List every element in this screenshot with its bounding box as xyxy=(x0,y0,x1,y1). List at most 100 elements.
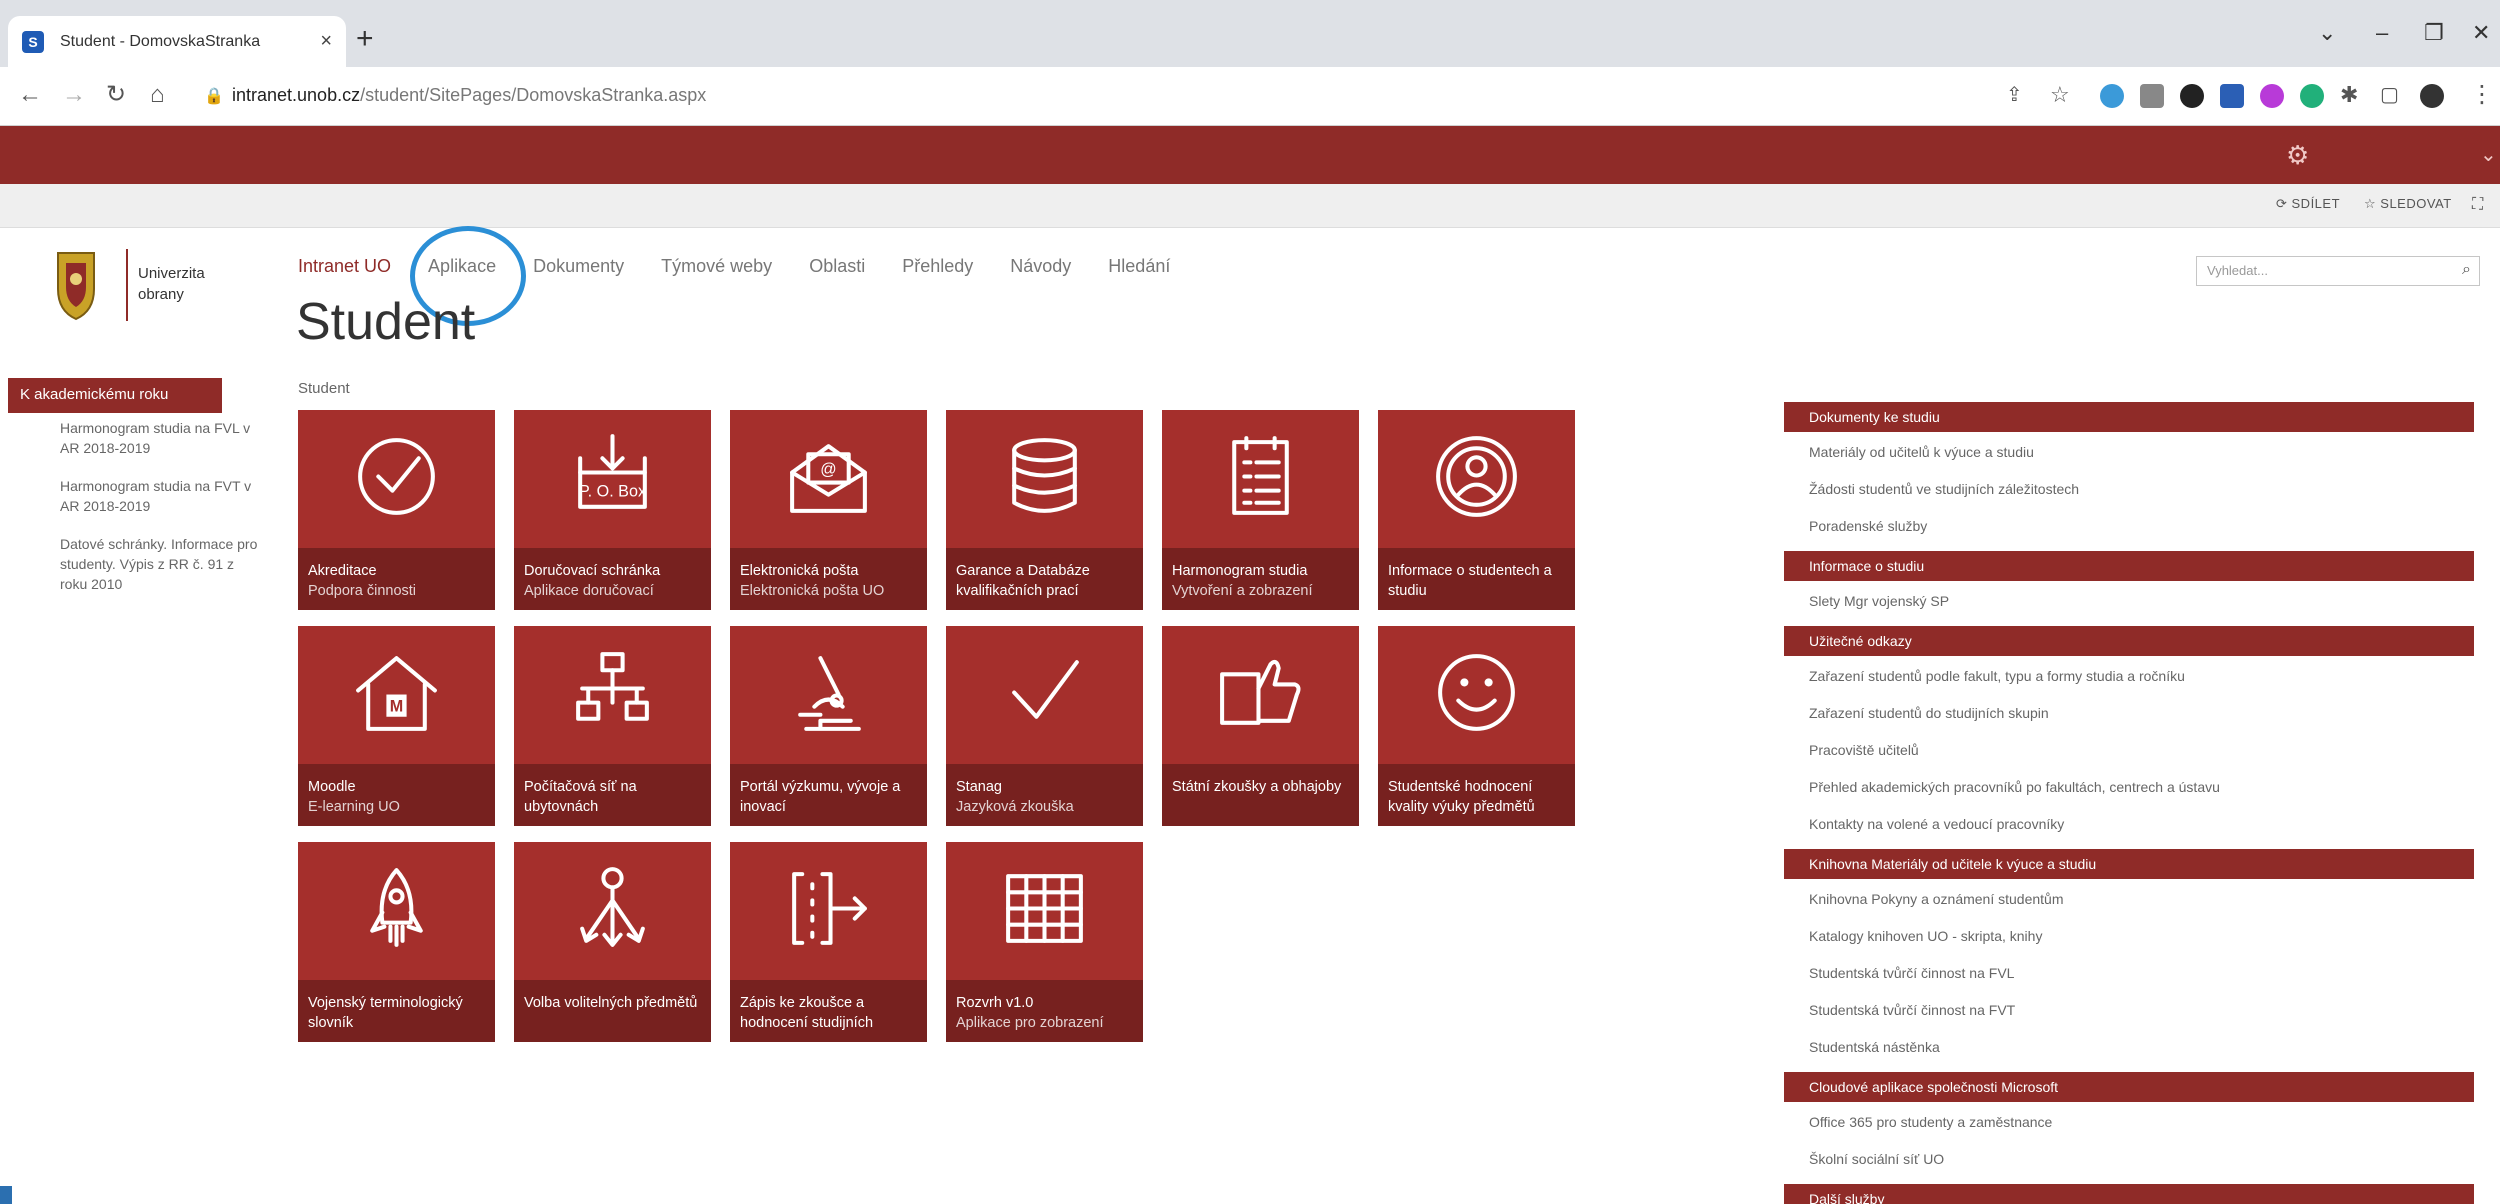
tile-title: Garance a Databáze kvalifikačních prací xyxy=(956,563,1090,599)
logo-divider xyxy=(126,249,128,321)
tile-title: Doručovací schránka xyxy=(524,563,661,579)
follow-button[interactable]: ☆ SLEDOVAT xyxy=(2364,196,2452,212)
calendar-icon xyxy=(1232,436,1289,515)
link-item[interactable]: Studentská tvůrčí činnost na FVL xyxy=(1784,961,2474,998)
link-item[interactable]: Zařazení studentů podle fakult, typu a f… xyxy=(1784,664,2474,701)
leftnav-item[interactable]: Harmonogram studia na FVL v AR 2018-2019 xyxy=(60,418,260,458)
tile-caption: Garance a Databáze kvalifikačních prací xyxy=(946,548,1143,610)
home-icon[interactable]: ⌂ xyxy=(150,81,165,109)
restore-icon[interactable]: ❐ xyxy=(2424,20,2444,46)
link-item[interactable]: Poradenské služby xyxy=(1784,514,2474,551)
database-icon xyxy=(1012,438,1077,513)
tile-caption: Počítačová síť na ubytovnách xyxy=(514,764,711,826)
menu-dots-icon[interactable]: ⋮ xyxy=(2470,81,2494,109)
link-item[interactable]: Studentská nástěnka xyxy=(1784,1035,2474,1072)
nav-item[interactable]: Oblasti xyxy=(809,256,865,277)
app-tile[interactable]: Stanag Jazyková zkouška xyxy=(946,626,1143,826)
link-item[interactable]: Slety Mgr vojenský SP xyxy=(1784,589,2474,626)
extension-icon[interactable] xyxy=(2260,84,2284,108)
close-window-icon[interactable]: ✕ xyxy=(2472,20,2490,46)
focus-icon[interactable]: ⛶ xyxy=(2472,196,2484,214)
leftnav-item[interactable]: Datové schránky. Informace pro studenty.… xyxy=(60,534,260,594)
reload-icon[interactable]: ↻ xyxy=(106,81,126,109)
moodle-house-icon: M xyxy=(356,656,437,731)
link-item[interactable]: Kontakty na volené a vedoucí pracovníky xyxy=(1784,812,2474,849)
profile-avatar[interactable] xyxy=(2420,84,2444,108)
link-item[interactable]: Knihovna Pokyny a oznámení studentům xyxy=(1784,887,2474,924)
app-tile[interactable]: Portál výzkumu, vývoje a inovací xyxy=(730,626,927,826)
nav-item[interactable]: Týmové weby xyxy=(661,256,772,277)
svg-text:@: @ xyxy=(820,460,836,478)
settings-gear-icon[interactable]: ⚙ xyxy=(2286,140,2309,171)
chevron-down-icon[interactable]: ⌄ xyxy=(2318,20,2336,46)
back-arrow-icon[interactable]: ← xyxy=(18,81,42,109)
tile-subtitle: E-learning UO xyxy=(308,799,400,815)
nav-item[interactable]: Dokumenty xyxy=(533,256,624,277)
share-button[interactable]: ⟳ SDÍLET xyxy=(2276,196,2340,212)
search-icon[interactable]: ⌕ xyxy=(2462,261,2471,279)
app-tile[interactable]: Zápis ke zkoušce a hodnocení studijních xyxy=(730,842,927,1042)
app-tile[interactable]: Státní zkoušky a obhajoby xyxy=(1162,626,1359,826)
browser-tab[interactable]: S Student - DomovskaStranka × xyxy=(8,16,346,67)
app-tile[interactable]: Volba volitelných předmětů xyxy=(514,842,711,1042)
microscope-icon xyxy=(798,656,861,731)
app-tile[interactable]: Vojenský terminologický slovník xyxy=(298,842,495,1042)
minimize-icon[interactable]: – xyxy=(2376,20,2388,46)
app-tile[interactable]: Informace o studentech a studiu xyxy=(1378,410,1575,610)
links-section-heading[interactable]: Informace o studiu xyxy=(1784,551,2474,581)
chevron-down-icon[interactable]: ⌄ xyxy=(2480,142,2497,167)
link-item[interactable]: Studentská tvůrčí činnost na FVT xyxy=(1784,998,2474,1035)
links-section-heading[interactable]: Cloudové aplikace společnosti Microsoft xyxy=(1784,1072,2474,1102)
link-item[interactable]: Pracoviště učitelů xyxy=(1784,738,2474,775)
tile-caption: Elektronická pošta Elektronická pošta UO xyxy=(730,548,927,610)
network-icon xyxy=(576,652,649,721)
url-field[interactable]: intranet.unob.cz/student/SitePages/Domov… xyxy=(232,85,706,106)
link-item[interactable]: Office 365 pro studenty a zaměstnance xyxy=(1784,1110,2474,1147)
lock-icon[interactable]: 🔒 xyxy=(204,86,224,106)
app-tile[interactable]: Garance a Databáze kvalifikačních prací xyxy=(946,410,1143,610)
sidepanel-icon[interactable]: ▢ xyxy=(2380,81,2399,109)
share-icon[interactable]: ⇪ xyxy=(2006,81,2023,109)
app-tile[interactable]: Studentské hodnocení kvality výuky předm… xyxy=(1378,626,1575,826)
tile-caption: Volba volitelných předmětů xyxy=(514,980,711,1042)
link-item[interactable]: Zařazení studentů do studijních skupin xyxy=(1784,701,2474,738)
link-item[interactable]: Žádosti studentů ve studijních záležitos… xyxy=(1784,477,2474,514)
nav-item[interactable]: Přehledy xyxy=(902,256,973,277)
links-section-heading[interactable]: Další služby xyxy=(1784,1184,2474,1204)
extension-icon[interactable] xyxy=(2140,84,2164,108)
app-tile[interactable]: M Moodle E-learning UO xyxy=(298,626,495,826)
choice-arrows-icon xyxy=(580,867,645,947)
links-section-heading[interactable]: Knihovna Materiály od učitele k výuce a … xyxy=(1784,849,2474,879)
link-item[interactable]: Přehled akademických pracovníků po fakul… xyxy=(1784,775,2474,812)
tile-caption: Doručovací schránka Aplikace doručovací xyxy=(514,548,711,610)
forward-arrow-icon[interactable]: → xyxy=(62,81,86,109)
nav-item[interactable]: Hledání xyxy=(1108,256,1170,277)
app-tile[interactable]: Akreditace Podpora činnosti xyxy=(298,410,495,610)
sharepoint-favicon-icon: S xyxy=(22,30,44,53)
nav-item[interactable]: Intranet UO xyxy=(298,256,391,277)
leftnav-item[interactable]: Harmonogram studia na FVT v AR 2018-2019 xyxy=(60,476,260,516)
link-item[interactable]: Materiály od učitelů k výuce a studiu xyxy=(1784,440,2474,477)
search-input[interactable]: Vyhledat... ⌕ xyxy=(2196,256,2480,286)
app-tile[interactable]: P. O. Box Doručovací schránka Aplikace d… xyxy=(514,410,711,610)
links-section-heading[interactable]: Užitečné odkazy xyxy=(1784,626,2474,656)
extension-icon[interactable] xyxy=(2100,84,2124,108)
app-tile[interactable]: Harmonogram studia Vytvoření a zobrazení xyxy=(1162,410,1359,610)
close-icon[interactable]: × xyxy=(320,30,332,53)
link-item[interactable]: Školní sociální síť UO xyxy=(1784,1147,2474,1184)
bookmark-star-icon[interactable]: ☆ xyxy=(2050,81,2070,109)
leftnav-heading[interactable]: K akademickému roku xyxy=(8,378,222,413)
app-tile[interactable]: @ Elektronická pošta Elektronická pošta … xyxy=(730,410,927,610)
extension-icon[interactable] xyxy=(2180,84,2204,108)
links-section-heading[interactable]: Dokumenty ke studiu xyxy=(1784,402,2474,432)
app-tile[interactable]: Rozvrh v1.0 Aplikace pro zobrazení xyxy=(946,842,1143,1042)
app-tile[interactable]: Počítačová síť na ubytovnách xyxy=(514,626,711,826)
puzzle-icon[interactable]: ✱ xyxy=(2340,81,2358,109)
new-tab-plus-icon[interactable]: + xyxy=(356,24,374,54)
link-item[interactable]: Katalogy knihoven UO - skripta, knihy xyxy=(1784,924,2474,961)
nav-item[interactable]: Návody xyxy=(1010,256,1071,277)
tile-caption: Harmonogram studia Vytvoření a zobrazení xyxy=(1162,548,1359,610)
extension-icon[interactable] xyxy=(2300,84,2324,108)
extension-icon[interactable] xyxy=(2220,84,2244,108)
university-logo[interactable]: Univerzita obrany xyxy=(52,245,205,325)
